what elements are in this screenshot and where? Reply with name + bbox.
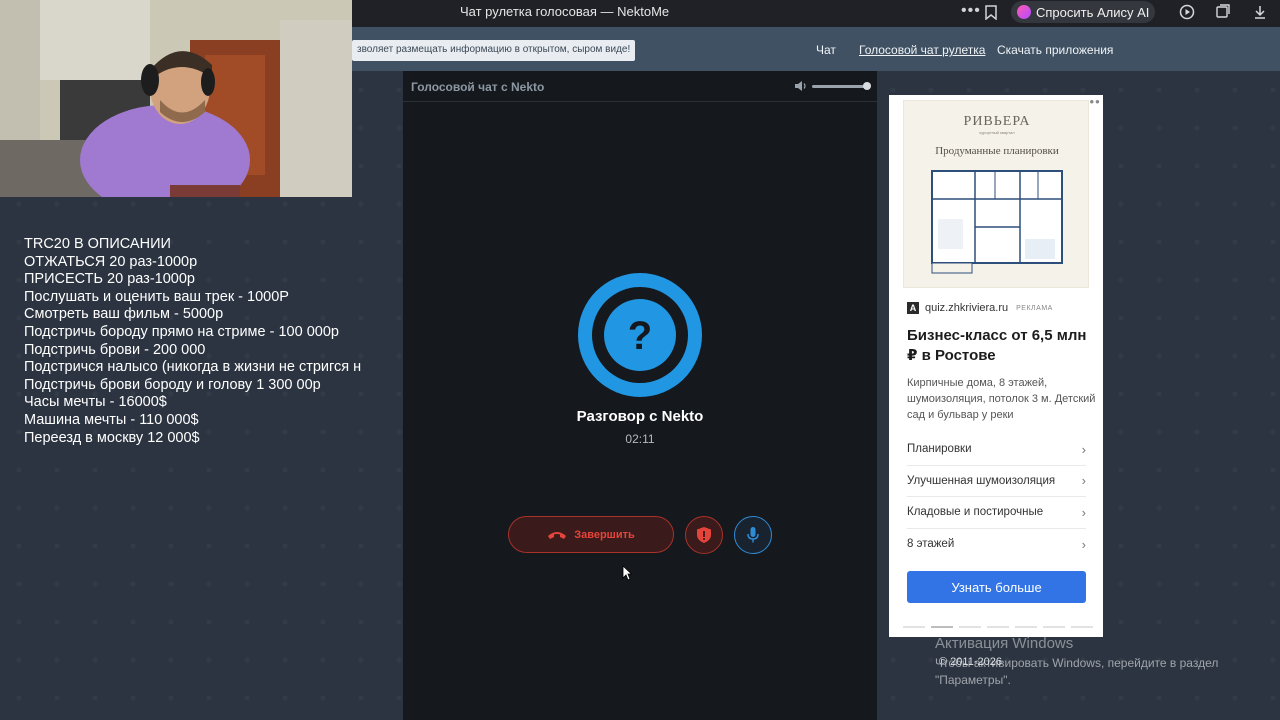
ad-logo-icon: A (907, 302, 919, 314)
chevron-right-icon: › (1081, 504, 1086, 520)
overlay-line: ОТЖАТЬСЯ 20 раз-1000р (24, 253, 198, 270)
ad-link-item[interactable]: Улучшенная шумоизоляция › (907, 466, 1086, 497)
ad-link-item[interactable]: Кладовые и постирочные › (907, 497, 1086, 529)
donation-price-list: TRC20 В ОПИСАНИИ ОТЖАТЬСЯ 20 раз-1000р П… (24, 236, 376, 447)
carousel-dot (903, 626, 925, 628)
overlay-line: Смотреть ваш фильм - 5000р (24, 306, 224, 323)
ad-link-item[interactable]: Планировки › (907, 434, 1086, 466)
floor-plan-illustration (931, 170, 1063, 274)
microphone-button[interactable] (734, 516, 772, 554)
ad-brand-sub: курортный квартал (979, 130, 1015, 135)
avatar-symbol: ? (628, 314, 652, 358)
hangup-phone-icon (548, 531, 567, 539)
nav-chat[interactable]: Чат (816, 43, 836, 57)
microphone-icon (747, 527, 759, 543)
end-call-label: Завершить (574, 528, 635, 541)
alice-icon (1017, 5, 1031, 19)
ad-domain-row[interactable]: A quiz.zhkriviera.ru РЕКЛАМА (907, 302, 1053, 314)
overlay-line: Подстричь бороду прямо на стриме - 100 0… (24, 323, 339, 340)
alice-ai-button[interactable]: Спросить Алису AI (1011, 1, 1155, 23)
carousel-dot (1043, 626, 1065, 628)
ad-domain: quiz.zhkriviera.ru (925, 302, 1009, 314)
collections-icon[interactable] (1215, 4, 1231, 20)
carousel-dot (931, 626, 953, 628)
overlay-line: Переезд в москву 12 000$ (24, 429, 200, 446)
ad-headline[interactable]: Бизнес-класс от 6,5 млн ₽ в Ростове (907, 326, 1097, 366)
ad-image[interactable]: РИВЬЕРА курортный квартал Продуманные пл… (903, 100, 1089, 288)
carousel-dot (1071, 626, 1093, 628)
overlay-line: Часы мечты - 16000$ (24, 394, 167, 411)
overlay-line: Подстричся налысо (никогда в жизни не ст… (24, 359, 362, 376)
overlay-line: ПРИСЕСТЬ 20 раз-1000р (24, 271, 195, 288)
mouse-cursor-icon (622, 565, 632, 581)
carousel-dot (959, 626, 981, 628)
ad-body: Кирпичные дома, 8 этажей, шумоизоляция, … (907, 377, 1096, 421)
download-icon[interactable] (1252, 4, 1268, 20)
volume-icon[interactable] (794, 80, 808, 92)
ad-learn-more-button[interactable]: Узнать больше (907, 571, 1086, 603)
bookmark-icon[interactable] (985, 5, 997, 20)
ad-carousel-indicator (903, 626, 1093, 628)
ad-tag: РЕКЛАМА (1016, 304, 1053, 312)
anonymous-avatar-icon: ? (578, 273, 702, 397)
alice-ai-label: Спросить Алису AI (1036, 4, 1150, 20)
advertisement-card[interactable]: ••• РИВЬЕРА курортный квартал Продуманны… (889, 95, 1103, 637)
nav-download-apps[interactable]: Скачать приложения (997, 43, 1113, 57)
overlay-line: Машина мечты - 110 000$ (24, 411, 199, 428)
ad-link-label: Планировки (907, 443, 972, 456)
ad-link-label: Кладовые и постирочные (907, 506, 1044, 519)
nav-voice-chat-roulette[interactable]: Голосовой чат рулетка (859, 43, 985, 57)
chevron-right-icon: › (1081, 473, 1086, 489)
ad-image-title: Продуманные планировки (935, 145, 1059, 157)
tab-title: Чат рулетка голосовая — NektoMe (460, 4, 670, 19)
chevron-right-icon: › (1081, 441, 1086, 457)
overlay-line: Подстричь брови бороду и голову 1 300 00… (24, 376, 321, 393)
carousel-dot (1015, 626, 1037, 628)
overlay-line: TRC20 В ОПИСАНИИ (24, 236, 171, 252)
carousel-dot (987, 626, 1009, 628)
overlay-line: Послушать и оценить ваш трек - 1000Р (24, 288, 289, 305)
play-icon[interactable] (1179, 4, 1195, 20)
ad-link-item[interactable]: 8 этажей › (907, 529, 1086, 561)
voice-chat-panel: Голосовой чат с Nekto ? Разговор с Nekto… (403, 71, 877, 720)
ad-brand: РИВЬЕРА (963, 114, 1031, 129)
volume-slider-handle[interactable] (863, 82, 872, 90)
report-button[interactable] (685, 516, 723, 554)
end-call-button[interactable]: Завершить (508, 516, 674, 553)
chat-header: Голосовой чат с Nekto (403, 71, 877, 102)
chat-header-label: Голосовой чат с Nekto (411, 80, 545, 94)
ad-link-label: Улучшенная шумоизоляция (907, 474, 1056, 487)
ad-link-list: Планировки › Улучшенная шумоизоляция › Кла… (907, 434, 1086, 560)
call-timer: 02:11 (625, 432, 655, 446)
site-copyright: © 2011-2026 (939, 656, 1002, 668)
site-notice: зволяет размещать информацию в открытом,… (352, 40, 636, 61)
streamer-webcam (0, 0, 352, 197)
overlay-line: Подстричь брови - 200 000 (24, 341, 206, 358)
webcam-image (0, 0, 352, 197)
conversation-title: Разговор с Nekto (576, 408, 704, 425)
ad-link-label: 8 этажей (907, 538, 955, 551)
windows-activation-title: Активация Windows (935, 635, 1074, 652)
shield-alert-icon (697, 527, 711, 543)
chevron-right-icon: › (1081, 536, 1086, 552)
volume-slider[interactable] (812, 85, 870, 88)
more-menu-icon[interactable]: ••• (961, 2, 981, 20)
